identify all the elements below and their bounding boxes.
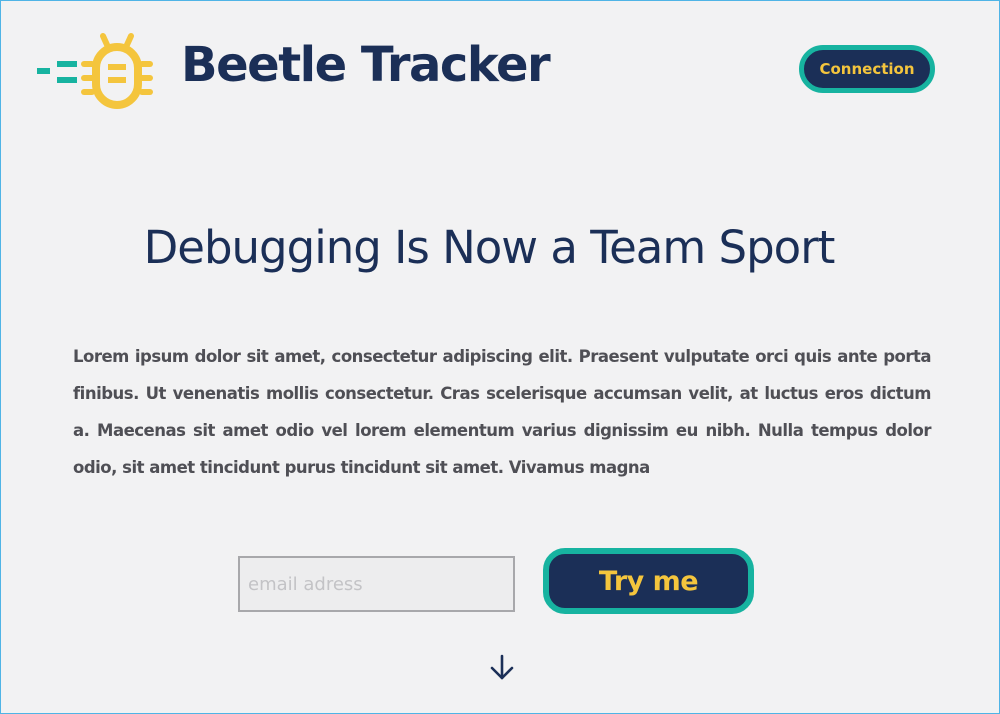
arrow-down-icon[interactable] — [487, 653, 517, 683]
email-input[interactable] — [238, 556, 515, 612]
try-me-button[interactable]: Try me — [543, 548, 754, 614]
beetle-logo-icon[interactable] — [37, 33, 161, 111]
header: Beetle Tracker Connection — [1, 1, 1000, 131]
hero-description: Lorem ipsum dolor sit amet, consectetur … — [73, 347, 932, 477]
connection-button[interactable]: Connection — [799, 45, 935, 93]
brand-name[interactable]: Beetle Tracker — [181, 41, 551, 89]
hero-title: Debugging Is Now a Team Sport — [143, 221, 836, 274]
